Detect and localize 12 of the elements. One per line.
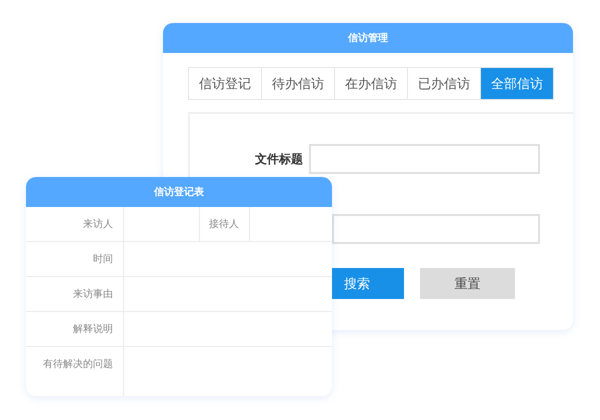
- field-label: 接待人: [200, 207, 250, 242]
- input-field[interactable]: [309, 144, 540, 174]
- field-label: 有待解决的问题: [26, 346, 124, 396]
- window-title: 信访管理: [163, 23, 573, 53]
- field-label: 来访人: [26, 207, 124, 242]
- field-label: 文件标题: [254, 150, 304, 168]
- field-label: 时间: [26, 242, 124, 276]
- field-label: 解释说明: [26, 312, 124, 346]
- input-field[interactable]: [332, 214, 540, 244]
- window-title: 信访登记表: [26, 177, 332, 207]
- reset-button[interactable]: 重置: [420, 268, 515, 299]
- field-label: 来访事由: [26, 276, 124, 312]
